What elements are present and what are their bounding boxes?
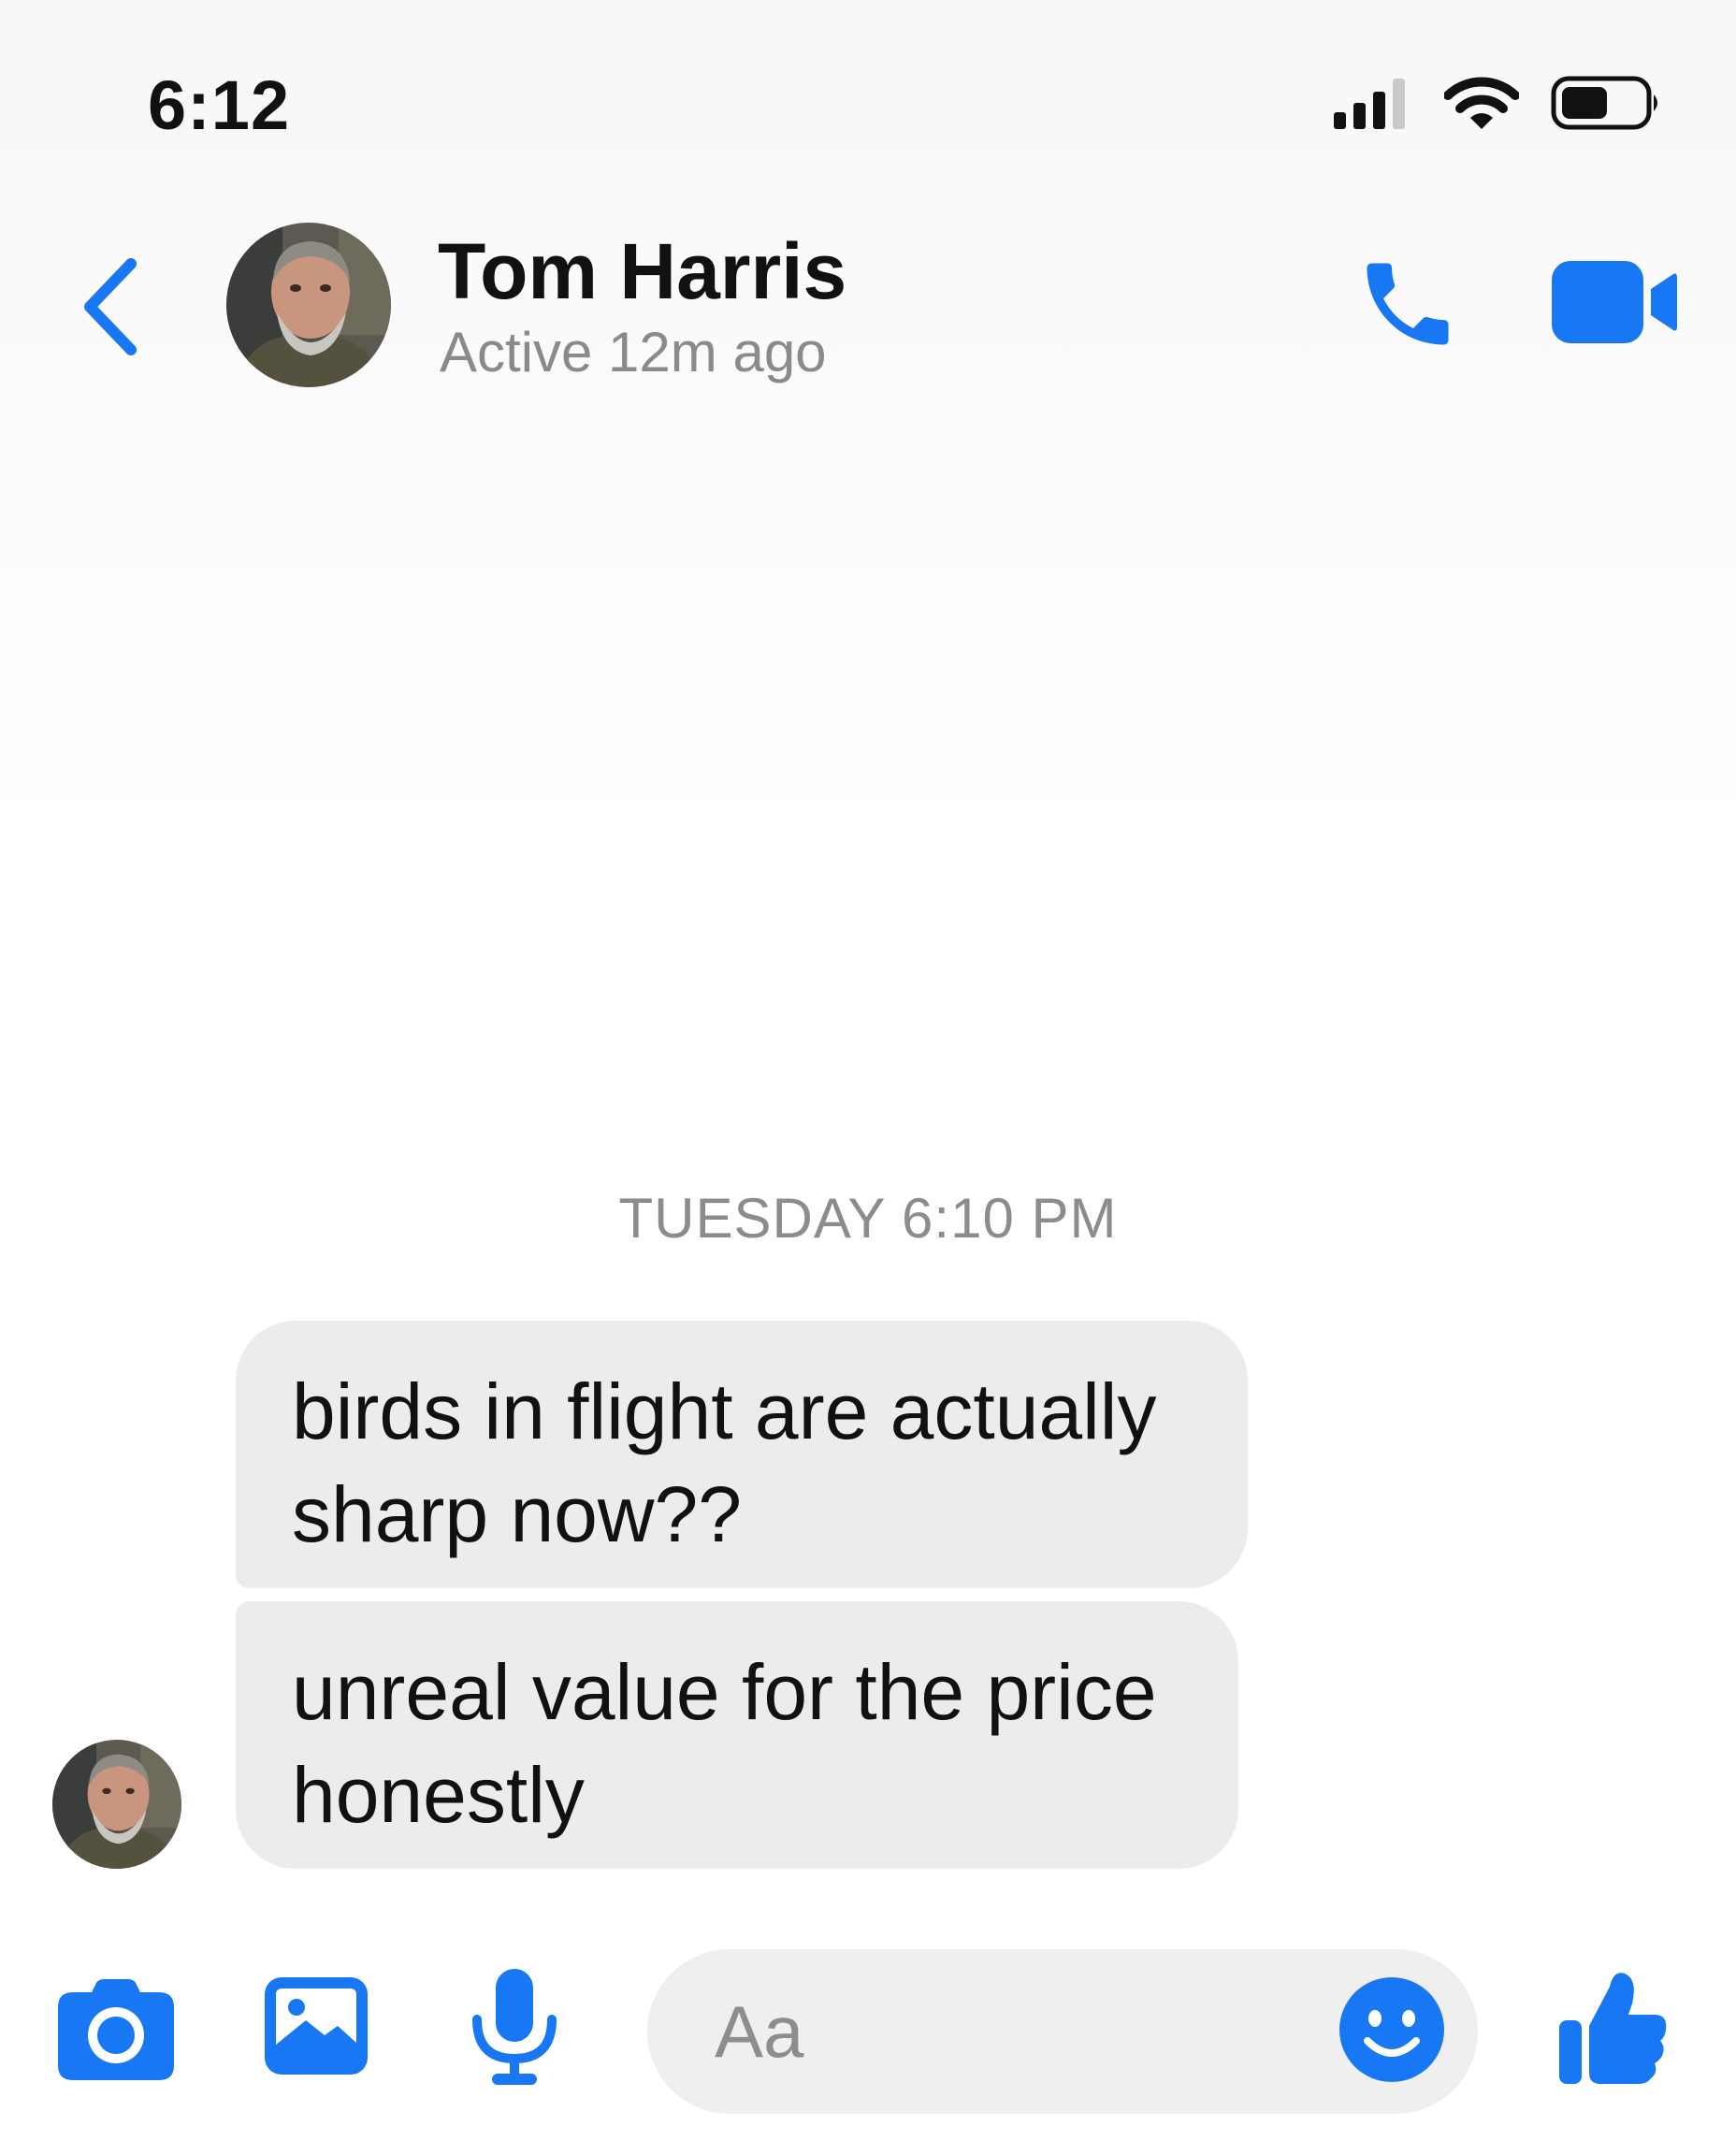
- audio-call-button[interactable]: [1347, 245, 1468, 367]
- contact-avatar[interactable]: [226, 223, 391, 387]
- message-composer: [0, 1936, 1736, 2123]
- voice-message-button[interactable]: [466, 1966, 563, 2093]
- like-button[interactable]: [1553, 1964, 1674, 2095]
- emoji-button[interactable]: [1338, 1975, 1446, 2089]
- sender-avatar[interactable]: [52, 1740, 181, 1869]
- image-icon: [265, 1976, 368, 2079]
- chat-header: Tom Harris Active 12m ago: [0, 196, 1736, 412]
- conversation-timestamp: TUESDAY 6:10 PM: [618, 1187, 1118, 1250]
- microphone-icon: [470, 1968, 559, 2091]
- messenger-chat-screen: 6:12 Tom Harris Active 12m ago TUESDAY 6…: [0, 0, 1736, 2155]
- contact-name[interactable]: Tom Harris: [438, 226, 846, 317]
- phone-icon: [1353, 250, 1462, 363]
- status-icons: [1334, 75, 1663, 136]
- status-bar: 6:12: [0, 0, 1736, 187]
- video-call-button[interactable]: [1543, 253, 1684, 355]
- wifi-icon: [1443, 75, 1520, 136]
- video-camera-icon: [1550, 257, 1677, 352]
- gallery-button[interactable]: [260, 1972, 372, 2084]
- back-chevron-icon: [80, 257, 140, 360]
- message-input[interactable]: [715, 1949, 1313, 2114]
- battery-icon: [1551, 76, 1663, 135]
- status-time: 6:12: [148, 66, 291, 144]
- incoming-message-bubble[interactable]: birds in flight are actually sharp now??: [236, 1321, 1248, 1588]
- cellular-signal-icon: [1334, 77, 1412, 134]
- thumbs-up-icon: [1559, 1970, 1668, 2090]
- back-button[interactable]: [73, 253, 148, 365]
- incoming-message-bubble[interactable]: unreal value for the price honestly: [236, 1601, 1238, 1869]
- message-input-container: [647, 1949, 1478, 2114]
- emoji-icon: [1338, 1975, 1446, 2089]
- contact-active-status: Active 12m ago: [440, 321, 827, 383]
- camera-icon: [58, 1978, 174, 2085]
- camera-button[interactable]: [58, 1974, 174, 2090]
